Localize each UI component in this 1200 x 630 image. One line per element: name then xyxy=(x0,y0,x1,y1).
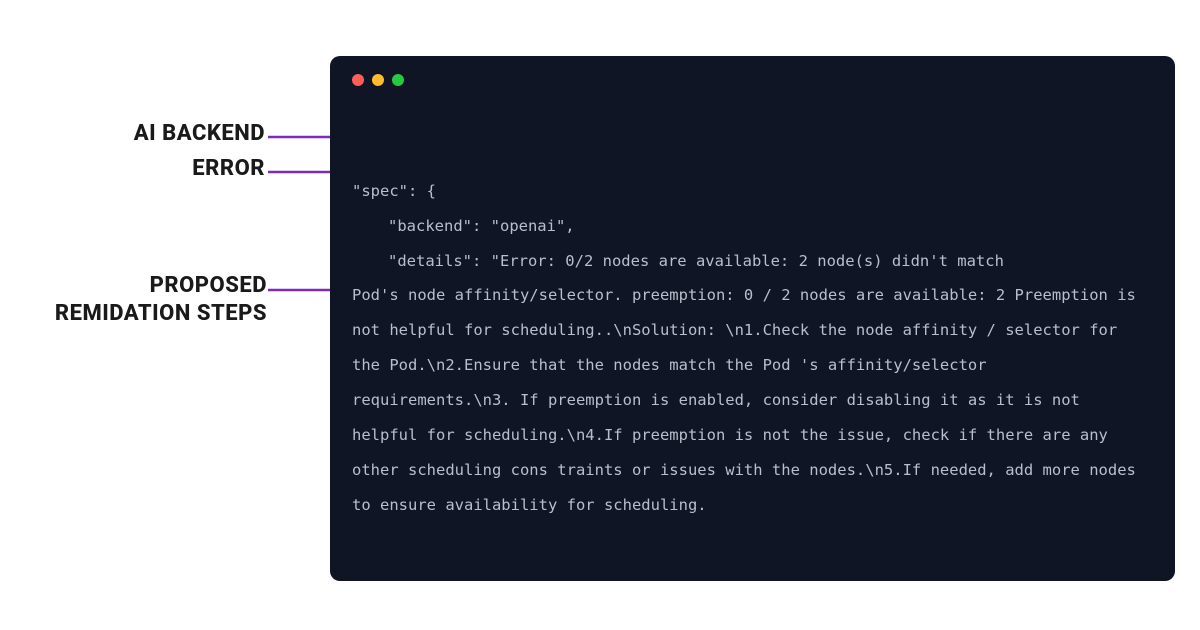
code-block: "spec": {"backend": "openai","details": … xyxy=(352,104,1153,592)
close-icon[interactable] xyxy=(352,74,364,86)
remediation-label: PROPOSED REMIDATION STEPS xyxy=(12,272,267,327)
maximize-icon[interactable] xyxy=(392,74,404,86)
code-details-start: "details": "Error: 0/2 nodes are availab… xyxy=(352,244,1153,279)
minimize-icon[interactable] xyxy=(372,74,384,86)
remediation-label-line1: PROPOSED xyxy=(150,273,267,298)
error-label: ERROR xyxy=(85,155,265,183)
window-titlebar xyxy=(352,74,1153,86)
terminal-window: "spec": {"backend": "openai","details": … xyxy=(330,56,1175,581)
code-details-body: Pod's node affinity/selector. preemption… xyxy=(352,278,1153,522)
remediation-label-line2: REMIDATION STEPS xyxy=(55,301,267,326)
code-spec: "spec": { xyxy=(352,174,1153,209)
ai-backend-label: AI BACKEND xyxy=(85,120,265,148)
code-backend: "backend": "openai", xyxy=(352,209,1153,244)
